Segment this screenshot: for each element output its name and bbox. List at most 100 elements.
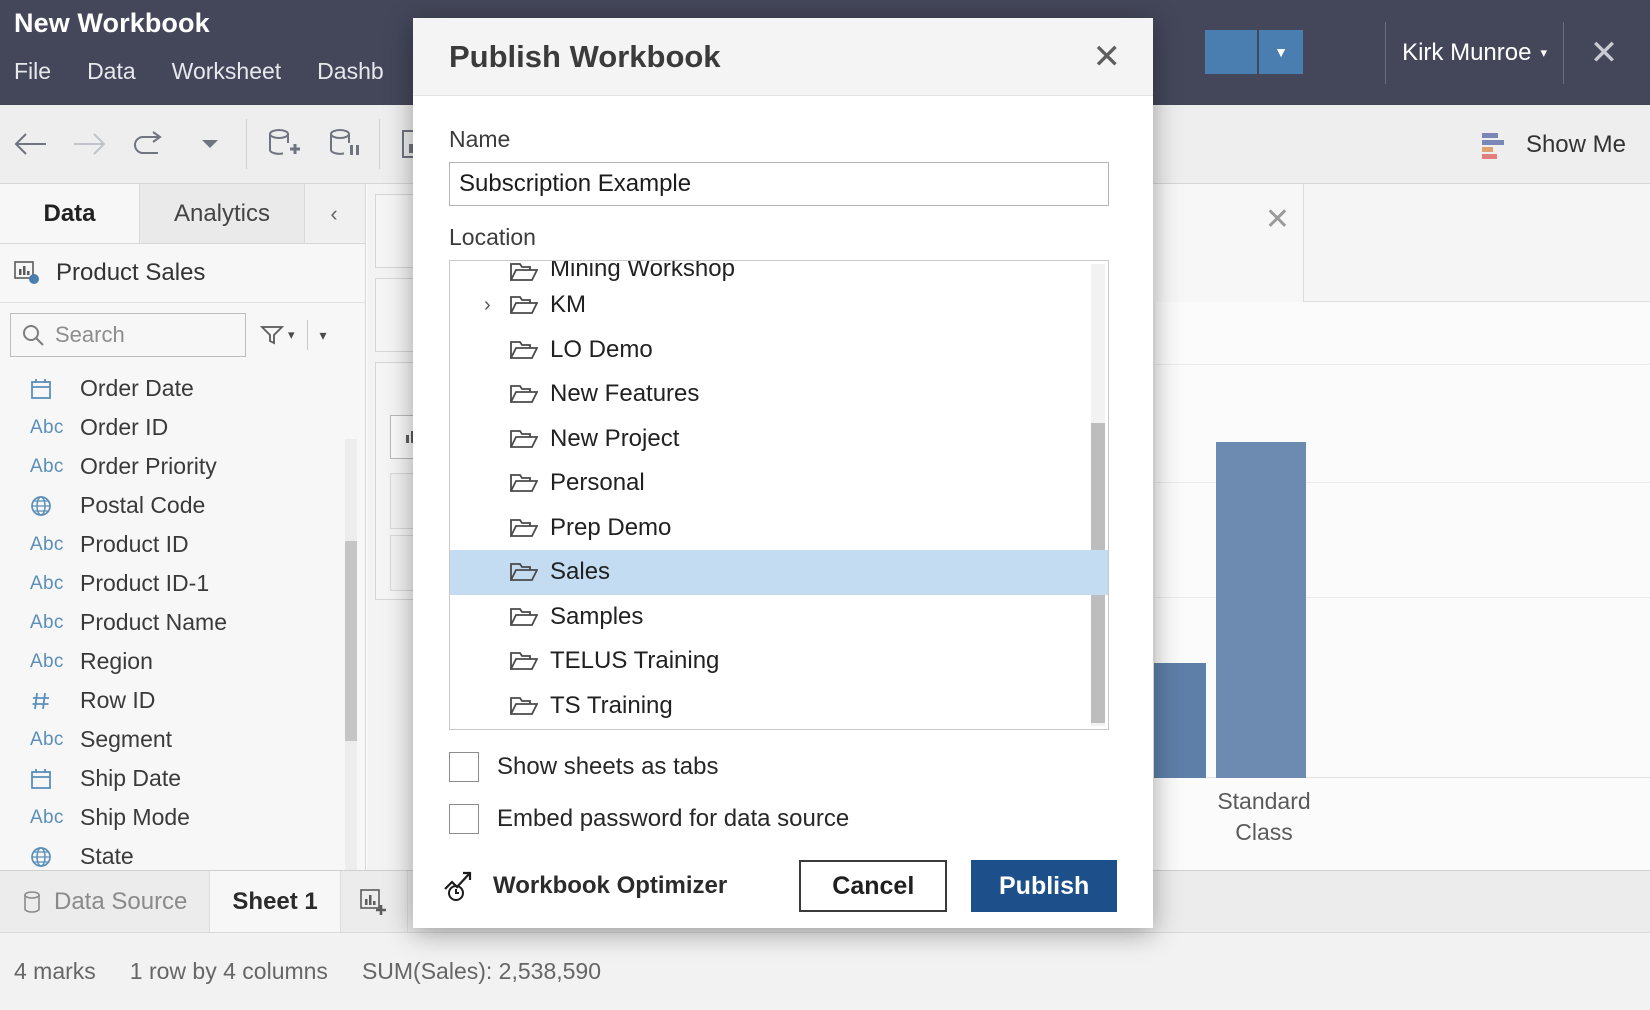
x-axis-tick-label: Standard Class: [1217, 787, 1311, 845]
new-data-source-icon[interactable]: [253, 105, 313, 184]
publish-dropdown-caret-icon[interactable]: ▼: [1257, 30, 1303, 74]
project-tree-item-selected[interactable]: › Sales: [450, 550, 1108, 595]
dialog-body: Name Location › Mining Workshop ›: [413, 96, 1153, 834]
database-icon: [22, 890, 42, 914]
field-list-scrollbar-thumb[interactable]: [345, 541, 357, 741]
data-source-tab-label: Data Source: [54, 887, 188, 915]
field-name: Order ID: [80, 414, 169, 440]
field-row[interactable]: Row ID: [0, 681, 365, 720]
field-row[interactable]: Abc Order Priority: [0, 447, 365, 486]
chevron-right-icon: ›: [484, 383, 510, 406]
workbook-optimizer-label: Workbook Optimizer: [493, 872, 728, 899]
project-tree-item[interactable]: › Mining Workshop: [450, 261, 1108, 283]
publish-button[interactable]: Publish: [971, 860, 1117, 912]
tab-analytics[interactable]: Analytics: [140, 184, 305, 243]
project-tree-item[interactable]: › TELUS Training: [450, 639, 1108, 684]
folder-icon: [510, 695, 550, 717]
divider: [379, 119, 380, 169]
menu-dashboard[interactable]: Dashb: [317, 58, 401, 85]
new-worksheet-icon[interactable]: [341, 871, 408, 932]
project-name: KM: [550, 291, 586, 319]
status-marks: 4 marks: [14, 958, 96, 984]
embed-password-row[interactable]: Embed password for data source: [449, 804, 1117, 834]
cancel-button[interactable]: Cancel: [799, 860, 948, 912]
field-row[interactable]: Abc Order ID: [0, 408, 365, 447]
tableau-desktop-window: New Workbook File Data Worksheet Dashb ▼…: [0, 0, 1650, 1010]
data-source-tab[interactable]: Data Source: [0, 871, 211, 932]
project-tree[interactable]: › Mining Workshop › KM ›: [449, 260, 1109, 730]
calendar-icon: [30, 378, 60, 400]
dialog-header: Publish Workbook ✕: [413, 18, 1153, 96]
project-tree-list: › Mining Workshop › KM ›: [450, 261, 1108, 729]
show-me-button[interactable]: Show Me: [1478, 105, 1626, 184]
chevron-down-icon[interactable]: ▾: [1540, 45, 1547, 61]
show-sheets-as-tabs-label: Show sheets as tabs: [497, 753, 719, 780]
project-tree-item[interactable]: › New Features: [450, 372, 1108, 417]
project-tree-item[interactable]: › TS Training: [450, 684, 1108, 729]
field-row[interactable]: Abc Ship Mode: [0, 798, 365, 837]
field-name: Row ID: [80, 687, 156, 713]
field-row[interactable]: Ship Date: [0, 759, 365, 798]
project-name: New Features: [550, 380, 700, 408]
show-sheets-as-tabs-row[interactable]: Show sheets as tabs: [449, 752, 1117, 782]
show-me-label: Show Me: [1525, 130, 1626, 158]
publish-toolbar-button-group[interactable]: ▼: [1205, 30, 1303, 74]
project-tree-item[interactable]: › KM: [450, 283, 1108, 328]
workbook-optimizer-link[interactable]: Workbook Optimizer: [443, 869, 727, 903]
data-pane: Data Analytics ‹ Product Sales Search ▾ …: [0, 184, 366, 919]
undo-redo-caret-icon[interactable]: [180, 105, 240, 184]
window-close-icon[interactable]: ✕: [1580, 36, 1628, 70]
abc-icon: Abc: [30, 533, 64, 555]
field-row[interactable]: Abc Product ID: [0, 525, 365, 564]
close-icon[interactable]: ✕: [1265, 202, 1290, 237]
data-source-icon: [14, 260, 42, 286]
chevron-right-icon: ›: [484, 694, 510, 717]
chevron-right-icon: ›: [484, 472, 510, 495]
field-row[interactable]: Order Date: [0, 369, 365, 408]
project-tree-item[interactable]: › New Project: [450, 417, 1108, 462]
field-row[interactable]: Abc Product Name: [0, 603, 365, 642]
menu-data[interactable]: Data: [87, 58, 154, 85]
project-tree-item[interactable]: › Samples: [450, 595, 1108, 640]
collapse-pane-icon[interactable]: ‹: [305, 184, 363, 243]
filter-icon[interactable]: ▾: [260, 324, 295, 346]
project-tree-item[interactable]: › Personal: [450, 461, 1108, 506]
menu-file[interactable]: File: [14, 58, 69, 85]
field-row[interactable]: Abc Region: [0, 642, 365, 681]
sheet-tab-sheet-1[interactable]: Sheet 1: [210, 871, 341, 932]
folder-icon: [510, 339, 550, 361]
menu-worksheet[interactable]: Worksheet: [172, 58, 300, 85]
publish-toolbar-button[interactable]: [1205, 30, 1257, 74]
calendar-icon: [30, 768, 60, 790]
forward-arrow-icon[interactable]: [60, 105, 120, 184]
field-row[interactable]: Postal Code: [0, 486, 365, 525]
data-source-item[interactable]: Product Sales: [0, 244, 365, 303]
redo-icon[interactable]: [120, 105, 180, 184]
field-list: Order Date Abc Order ID Abc Order Priori…: [0, 365, 365, 919]
field-row[interactable]: Abc Segment: [0, 720, 365, 759]
show-sheets-as-tabs-checkbox[interactable]: [449, 752, 479, 782]
workbook-title: New Workbook: [14, 8, 210, 38]
account-name[interactable]: Kirk Munroe: [1402, 39, 1531, 67]
workbook-name-input[interactable]: [449, 162, 1109, 206]
search-placeholder: Search: [55, 322, 125, 347]
data-source-name: Product Sales: [56, 259, 206, 286]
field-sort-caret-icon[interactable]: ▾: [320, 327, 327, 344]
dialog-close-icon[interactable]: ✕: [1083, 34, 1132, 80]
project-name: TELUS Training: [550, 647, 720, 675]
field-name: Product ID-1: [80, 570, 210, 596]
project-tree-item[interactable]: › Prep Demo: [450, 506, 1108, 551]
project-tree-item[interactable]: › LO Demo: [450, 328, 1108, 373]
search-input[interactable]: Search: [10, 313, 246, 357]
field-name: Segment: [80, 726, 173, 752]
tab-data[interactable]: Data: [0, 184, 140, 243]
bar-mark[interactable]: [1154, 663, 1206, 778]
back-arrow-icon[interactable]: [0, 105, 60, 184]
location-label: Location: [449, 224, 536, 250]
bar-mark[interactable]: [1216, 442, 1306, 778]
chevron-right-icon[interactable]: ›: [484, 294, 510, 317]
field-row[interactable]: Abc Product ID-1: [0, 564, 365, 603]
pause-data-source-icon[interactable]: [313, 105, 373, 184]
embed-password-checkbox[interactable]: [449, 804, 479, 834]
divider: [306, 320, 308, 350]
